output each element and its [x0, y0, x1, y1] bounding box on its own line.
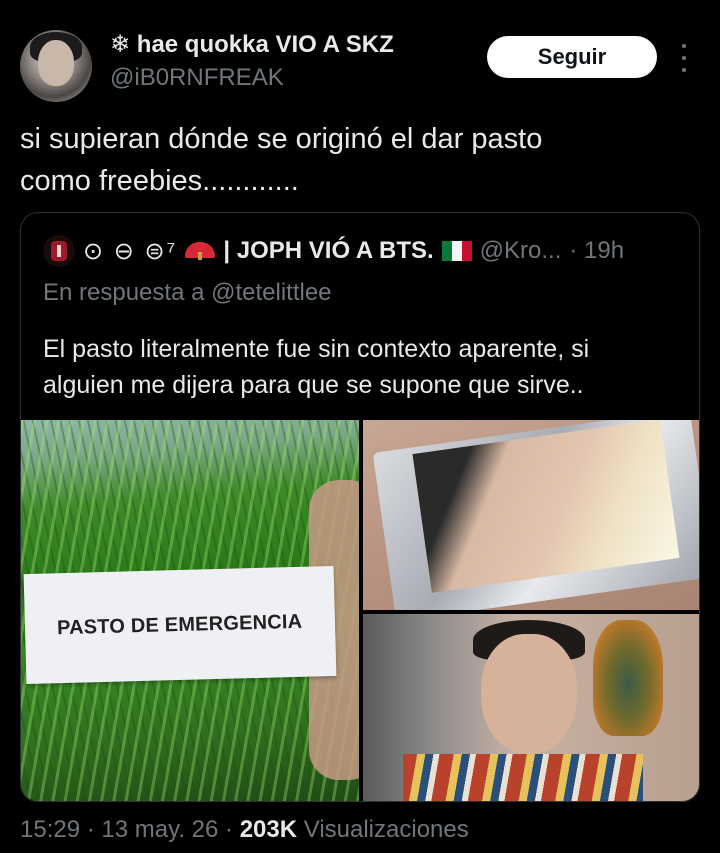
author-avatar[interactable]: [20, 30, 92, 102]
quoted-tweet-card[interactable]: ⊙ ⊖ ⊜⁷ | JOPH VIÓ A BTS. @Kro... · 19h E…: [20, 212, 700, 802]
media-image-grass[interactable]: PASTO DE EMERGENCIA: [21, 420, 359, 801]
virgin-image: [593, 620, 663, 736]
follow-button[interactable]: Seguir: [487, 36, 657, 78]
media-grid: PASTO DE EMERGENCIA: [21, 420, 699, 801]
quoted-author-name[interactable]: | JOPH VIÓ A BTS.: [223, 237, 433, 265]
portrait-face: [481, 634, 577, 754]
author-display-name[interactable]: ❄ hae quokka VIO A SKZ: [110, 30, 394, 59]
media-image-packet[interactable]: [363, 420, 699, 610]
quoted-tweet-header: ⊙ ⊖ ⊜⁷ | JOPH VIÓ A BTS. @Kro... · 19h: [43, 235, 624, 267]
reply-to-handle[interactable]: @tetelittlee: [211, 279, 331, 306]
author-handle[interactable]: @iB0RNFREAK: [110, 64, 284, 92]
tweet-date[interactable]: 13 may. 26: [101, 816, 218, 843]
quoted-author-handle[interactable]: @Kro...: [480, 237, 562, 265]
more-options-icon[interactable]: [676, 44, 692, 72]
views-count: 203K: [239, 816, 298, 843]
quoted-tweet-text: El pasto literalmente fue sin contexto a…: [43, 335, 590, 399]
quoted-name-symbols: ⊙ ⊖ ⊜⁷: [83, 237, 178, 265]
quoted-author-avatar[interactable]: [43, 235, 75, 267]
tweet-time[interactable]: 15:29: [20, 816, 80, 843]
media-image-portrait[interactable]: [363, 614, 699, 801]
reply-prefix: En respuesta a: [43, 279, 205, 306]
quoted-tweet-time[interactable]: · 19h: [569, 237, 624, 265]
portrait-shirt: [403, 754, 643, 801]
mexico-flag-icon: [441, 241, 472, 261]
author-name-line[interactable]: ❄ hae quokka VIO A SKZ: [110, 30, 394, 59]
tweet-footer: 15:29 · 13 may. 26 · 203K Visualizacione…: [20, 816, 469, 843]
tweet-text: si supieran dónde se originó el dar past…: [20, 123, 543, 197]
reply-context: En respuesta a @tetelittlee: [43, 279, 332, 307]
avatar-face: [38, 40, 74, 86]
grass-label: PASTO DE EMERGENCIA: [23, 565, 337, 685]
fan-emoji-icon: [185, 242, 216, 260]
grass-label-text: PASTO DE EMERGENCIA: [56, 610, 303, 639]
views-label: Visualizaciones: [303, 816, 469, 843]
tweet-header: ❄ hae quokka VIO A SKZ @iB0RNFREAK Segui…: [0, 0, 720, 110]
